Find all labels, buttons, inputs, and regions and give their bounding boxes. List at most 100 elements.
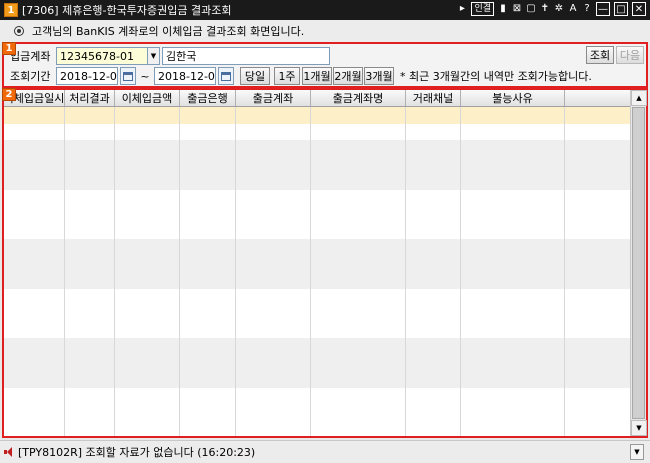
table-row[interactable] (4, 255, 630, 272)
table-cell (180, 189, 236, 206)
table-cell (180, 123, 236, 140)
table-row[interactable] (4, 272, 630, 289)
quick-today-button[interactable]: 당일 (240, 67, 270, 85)
table-cell (4, 305, 65, 322)
table-cell (180, 371, 236, 388)
table-row[interactable] (4, 420, 630, 436)
next-button[interactable]: 다음 (616, 46, 644, 64)
table-row[interactable] (4, 156, 630, 173)
scroll-down-icon[interactable]: ▼ (631, 420, 647, 436)
title-bar-controls: ▸ 인결 ▮ ⊠ ▢ ✝ ✲ A ? — □ ✕ (457, 2, 646, 16)
close-icon[interactable]: ✕ (632, 2, 646, 16)
table-cell (4, 420, 65, 436)
table-cell (406, 338, 461, 355)
table-cell (180, 107, 236, 124)
table-cell (115, 321, 180, 338)
col-account[interactable]: 출금계좌 (236, 90, 311, 106)
query-button[interactable]: 조회 (586, 46, 614, 64)
account-select[interactable]: 12345678-01 (56, 47, 148, 65)
scroll-up-icon[interactable]: ▲ (631, 90, 647, 106)
table-row[interactable] (4, 107, 630, 124)
table-row[interactable] (4, 387, 630, 404)
table-cell (461, 354, 565, 371)
table-cell (406, 239, 461, 256)
table-cell (311, 156, 406, 173)
table-cell (236, 189, 311, 206)
table-cell (180, 222, 236, 239)
font-size-icon[interactable]: A (568, 2, 578, 16)
table-cell (65, 404, 115, 421)
link-button[interactable]: 인결 (471, 2, 494, 16)
quick-1week-button[interactable]: 1주 (274, 67, 300, 85)
chevron-down-icon[interactable]: ▼ (148, 47, 160, 65)
table-cell (236, 255, 311, 272)
col-reason[interactable]: 불능사유 (461, 90, 565, 106)
search-panel: 1 입금계좌 12345678-01 ▼ 김한국 조회기간 2018-12-06… (2, 42, 648, 88)
table-row[interactable] (4, 189, 630, 206)
help-icon[interactable]: ? (582, 2, 592, 16)
table-cell (180, 387, 236, 404)
arrow-right-icon[interactable]: ▸ (457, 2, 467, 16)
calendar-icon[interactable] (120, 67, 136, 85)
table-cell (461, 338, 565, 355)
table-row[interactable] (4, 222, 630, 239)
table-cell (180, 305, 236, 322)
table-row[interactable] (4, 404, 630, 421)
query-buttons: 조회 다음 (586, 46, 644, 64)
table-cell (65, 321, 115, 338)
table-cell (406, 404, 461, 421)
table-cell (236, 371, 311, 388)
table-cell (4, 387, 65, 404)
settings-icon[interactable]: ✲ (554, 2, 564, 16)
table-cell (311, 123, 406, 140)
table-row[interactable] (4, 321, 630, 338)
mouse-icon[interactable]: ▮ (498, 2, 508, 16)
date-from-input[interactable]: 2018-12-06 (56, 67, 118, 85)
table-row[interactable] (4, 206, 630, 223)
table-cell (406, 189, 461, 206)
table-cell (236, 354, 311, 371)
quick-2month-button[interactable]: 2개월 (333, 67, 363, 85)
date-to-input[interactable]: 2018-12-06 (154, 67, 216, 85)
col-amount[interactable]: 이체입금액 (115, 90, 180, 106)
minimize-icon[interactable]: — (596, 2, 610, 16)
table-cell (180, 321, 236, 338)
vertical-scrollbar[interactable]: ▲ ▼ (630, 90, 647, 436)
scroll-thumb[interactable] (632, 107, 645, 419)
table-cell (461, 420, 565, 436)
table-cell (311, 420, 406, 436)
table-row[interactable] (4, 305, 630, 322)
table-cell (65, 255, 115, 272)
table-row[interactable] (4, 354, 630, 371)
calendar-icon[interactable] (218, 67, 234, 85)
col-channel[interactable]: 거래채널 (406, 90, 461, 106)
table-cell (4, 321, 65, 338)
table-cell (406, 156, 461, 173)
status-message: [TPY8102R] 조회할 자료가 없습니다 (16:20:23) (18, 446, 256, 459)
chevron-down-icon[interactable]: ▼ (630, 444, 644, 460)
quick-1month-button[interactable]: 1개월 (302, 67, 332, 85)
account-label: 입금계좌 (10, 50, 51, 63)
print-icon[interactable]: ⊠ (512, 2, 522, 16)
pin-icon[interactable]: ✝ (540, 2, 550, 16)
table-row[interactable] (4, 288, 630, 305)
table-cell (115, 288, 180, 305)
table-row[interactable] (4, 140, 630, 157)
col-bank[interactable]: 출금은행 (180, 90, 236, 106)
table-row[interactable] (4, 123, 630, 140)
grid-body[interactable] (4, 107, 630, 436)
table-cell (461, 305, 565, 322)
table-cell (65, 239, 115, 256)
maximize-icon[interactable]: □ (614, 2, 628, 16)
quick-3month-button[interactable]: 3개월 (364, 67, 394, 85)
table-row[interactable] (4, 239, 630, 256)
table-row[interactable] (4, 371, 630, 388)
table-row[interactable] (4, 338, 630, 355)
col-result[interactable]: 처리결과 (65, 90, 115, 106)
table-row[interactable] (4, 173, 630, 190)
table-cell (65, 305, 115, 322)
window-icon[interactable]: ▢ (526, 2, 536, 16)
col-account-name[interactable]: 출금계좌명 (311, 90, 406, 106)
table-cell (115, 173, 180, 190)
table-cell (311, 255, 406, 272)
